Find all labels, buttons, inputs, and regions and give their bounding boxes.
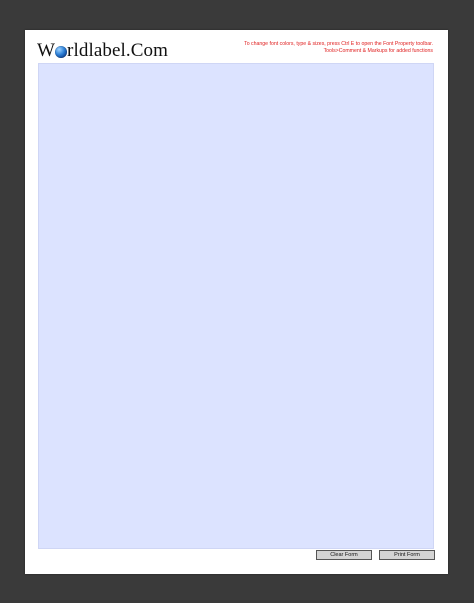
- document-page: Wrldlabel.Com To change font colors, typ…: [25, 30, 448, 574]
- instructions-line-1: To change font colors, type & sizes, pre…: [244, 41, 433, 47]
- globe-icon: [55, 46, 68, 58]
- worldlabel-logo: Wrldlabel.Com: [37, 40, 168, 62]
- label-form-area[interactable]: [38, 63, 434, 549]
- logo-text-prefix: W: [37, 40, 56, 61]
- clear-form-button[interactable]: Clear Form: [316, 550, 372, 560]
- print-form-button[interactable]: Print Form: [379, 550, 435, 560]
- instructions-line-2: Tools>Comment & Markups for added functi…: [323, 48, 433, 54]
- instructions-text: To change font colors, type & sizes, pre…: [173, 41, 433, 55]
- logo-text-suffix: rldlabel.Com: [67, 40, 168, 61]
